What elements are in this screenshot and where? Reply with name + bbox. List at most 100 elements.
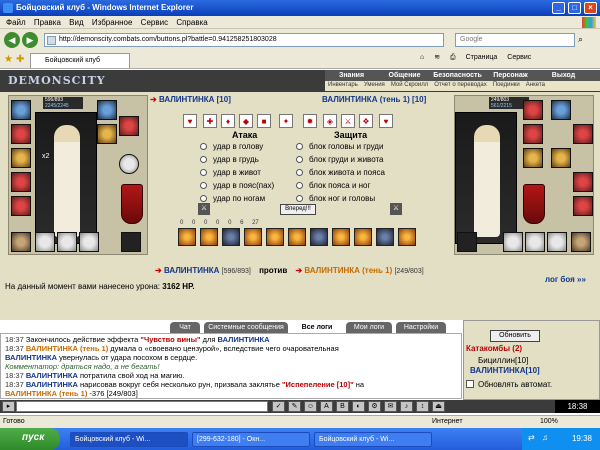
- tab-all-logs[interactable]: Все логи: [292, 322, 342, 333]
- boots-slot[interactable]: [35, 232, 55, 252]
- frost-spell-icon[interactable]: [310, 228, 328, 246]
- attack-option-chest[interactable]: удар в грудь: [200, 155, 259, 164]
- chat-mode-icon[interactable]: ▸: [2, 401, 15, 412]
- amulet-slot[interactable]: [97, 124, 117, 144]
- swap-right-icon[interactable]: ⚔: [390, 203, 402, 215]
- translit-icon[interactable]: A: [320, 401, 333, 412]
- defense-radio[interactable]: [296, 169, 303, 176]
- task-fight-club[interactable]: Бойцовский клуб - Wi...: [70, 432, 188, 447]
- gloves-slot[interactable]: [119, 116, 139, 136]
- blaze-spell-icon[interactable]: [288, 228, 306, 246]
- nav-character[interactable]: Персонаж: [484, 72, 537, 79]
- opp-item-slot-b[interactable]: [525, 232, 545, 252]
- strike-skill-icon[interactable]: ✦: [279, 114, 293, 128]
- search-input[interactable]: Google: [455, 33, 575, 47]
- menu-file[interactable]: Файл: [6, 18, 26, 27]
- flame-spell-icon[interactable]: [200, 228, 218, 246]
- opp-boots-slot[interactable]: [547, 232, 567, 252]
- burn-spell-icon[interactable]: [244, 228, 262, 246]
- filter-icon[interactable]: ⚙: [368, 401, 381, 412]
- helmet-slot[interactable]: [11, 100, 31, 120]
- ice-spell-icon[interactable]: [222, 228, 240, 246]
- url-field[interactable]: http://demonscity.combats.com/buttons.pl…: [44, 33, 444, 47]
- menu-edit[interactable]: Правка: [34, 18, 61, 27]
- nav-security[interactable]: Безопасность: [431, 72, 484, 79]
- opp-cloak-item[interactable]: [523, 184, 545, 224]
- shadow-spell-icon[interactable]: [376, 228, 394, 246]
- start-button[interactable]: пуск: [0, 428, 60, 450]
- subnav-scroll[interactable]: Мой Скроилл: [388, 81, 431, 89]
- home-icon[interactable]: ⌂: [420, 54, 424, 61]
- opp-armor-slot[interactable]: [573, 172, 593, 192]
- nav-knowledge[interactable]: Знания: [325, 72, 378, 79]
- battle-log-link[interactable]: лог боя »»: [545, 275, 586, 284]
- sound-icon[interactable]: ♪: [400, 401, 413, 412]
- tab-system-messages[interactable]: Системные сообщения: [204, 322, 288, 333]
- subnav-skills[interactable]: Умения: [361, 81, 388, 89]
- back-arrow-icon[interactable]: ◀: [4, 32, 20, 48]
- heal-skill-icon[interactable]: ✚: [203, 114, 217, 128]
- subnav-fights[interactable]: Поединки: [490, 81, 523, 89]
- add-favorites-icon[interactable]: ✚: [16, 54, 24, 65]
- ember-spell-icon[interactable]: [332, 228, 350, 246]
- item-slot-a[interactable]: [57, 232, 77, 252]
- opp-footwear-slot[interactable]: [457, 232, 477, 252]
- online-player[interactable]: ВАЛИНТИНКА[10]: [470, 366, 540, 375]
- tools-menu[interactable]: Сервис: [507, 54, 531, 61]
- bracer-slot[interactable]: [11, 124, 31, 144]
- defense-option-legs-head[interactable]: блок ног и головы: [296, 194, 375, 203]
- fire-skill-icon[interactable]: ✹: [303, 114, 317, 128]
- block-skill-icon[interactable]: ■: [257, 114, 271, 128]
- tab-my-logs[interactable]: Мои логи: [346, 322, 392, 333]
- menu-tools[interactable]: Сервис: [141, 18, 168, 27]
- task-window[interactable]: [299-632-180] - Окн...: [192, 432, 310, 447]
- tab-fight-club[interactable]: Бойцовский клуб: [30, 53, 130, 68]
- defense-radio[interactable]: [296, 182, 303, 189]
- potion-skill-icon[interactable]: ♦: [221, 114, 235, 128]
- checkbox[interactable]: [466, 380, 474, 388]
- menu-view[interactable]: Вид: [69, 18, 83, 27]
- player-name[interactable]: ➔ ВАЛИНТИНКА [10]: [150, 95, 231, 104]
- attack-radio[interactable]: [200, 169, 207, 176]
- forward-arrow-icon[interactable]: ▶: [22, 32, 38, 48]
- opp-weapon-slot[interactable]: [523, 148, 543, 168]
- ring-slot[interactable]: [97, 100, 117, 120]
- heart2-skill-icon[interactable]: ♥: [379, 114, 393, 128]
- attack-option-head[interactable]: удар в голову: [200, 142, 263, 151]
- attack-option-stomach[interactable]: удар в живот: [200, 168, 261, 177]
- tab-chat[interactable]: Чат: [170, 322, 200, 333]
- network-icon[interactable]: ⇄: [528, 433, 535, 442]
- defense-option-stomach-belt[interactable]: блок живота и пояса: [296, 168, 385, 177]
- page-menu[interactable]: Страница: [466, 54, 498, 61]
- opponent-name[interactable]: ВАЛИНТИНКА (тень 1) [10]: [322, 95, 426, 104]
- chat-log[interactable]: 18:37 Закончилось действие эффекта "Чувс…: [0, 333, 462, 399]
- opp-helmet-slot[interactable]: [523, 100, 543, 120]
- opp-item-slot-a[interactable]: [503, 232, 523, 252]
- menu-favorites[interactable]: Избранное: [92, 18, 133, 27]
- nav-exit[interactable]: Выход: [537, 72, 590, 79]
- sword-skill-icon[interactable]: ⚔: [341, 114, 355, 128]
- vs-opponent[interactable]: ВАЛИНТИНКА (тень 1): [304, 266, 392, 275]
- attack-radio[interactable]: [200, 195, 207, 202]
- scroll-icon[interactable]: ↕: [416, 401, 429, 412]
- armor-slot[interactable]: [11, 172, 31, 192]
- opp-belt-slot[interactable]: [573, 196, 593, 216]
- vs-player[interactable]: ВАЛИНТИНКА: [164, 266, 219, 275]
- favorites-star-icon[interactable]: ★: [4, 54, 13, 65]
- belt-slot[interactable]: [11, 196, 31, 216]
- cloak-item[interactable]: [121, 184, 143, 224]
- heart-skill-icon[interactable]: ♥: [183, 114, 197, 128]
- search-icon[interactable]: ⌕: [578, 34, 590, 46]
- attack-radio[interactable]: [200, 182, 207, 189]
- private-icon[interactable]: ✉: [384, 401, 397, 412]
- exit-icon[interactable]: ⏏: [432, 401, 445, 412]
- defense-radio[interactable]: [296, 195, 303, 202]
- rune-skill-icon[interactable]: ❖: [359, 114, 373, 128]
- auto-refresh-checkbox[interactable]: Обновлять автомат.: [466, 380, 552, 389]
- opp-amulet-slot[interactable]: [551, 148, 571, 168]
- clear-icon[interactable]: ✎: [288, 401, 301, 412]
- menu-help[interactable]: Справка: [176, 18, 207, 27]
- attack-radio[interactable]: [200, 143, 207, 150]
- swap-left-icon[interactable]: ⚔: [198, 203, 210, 215]
- subnav-inventory[interactable]: Инвентарь: [325, 81, 361, 89]
